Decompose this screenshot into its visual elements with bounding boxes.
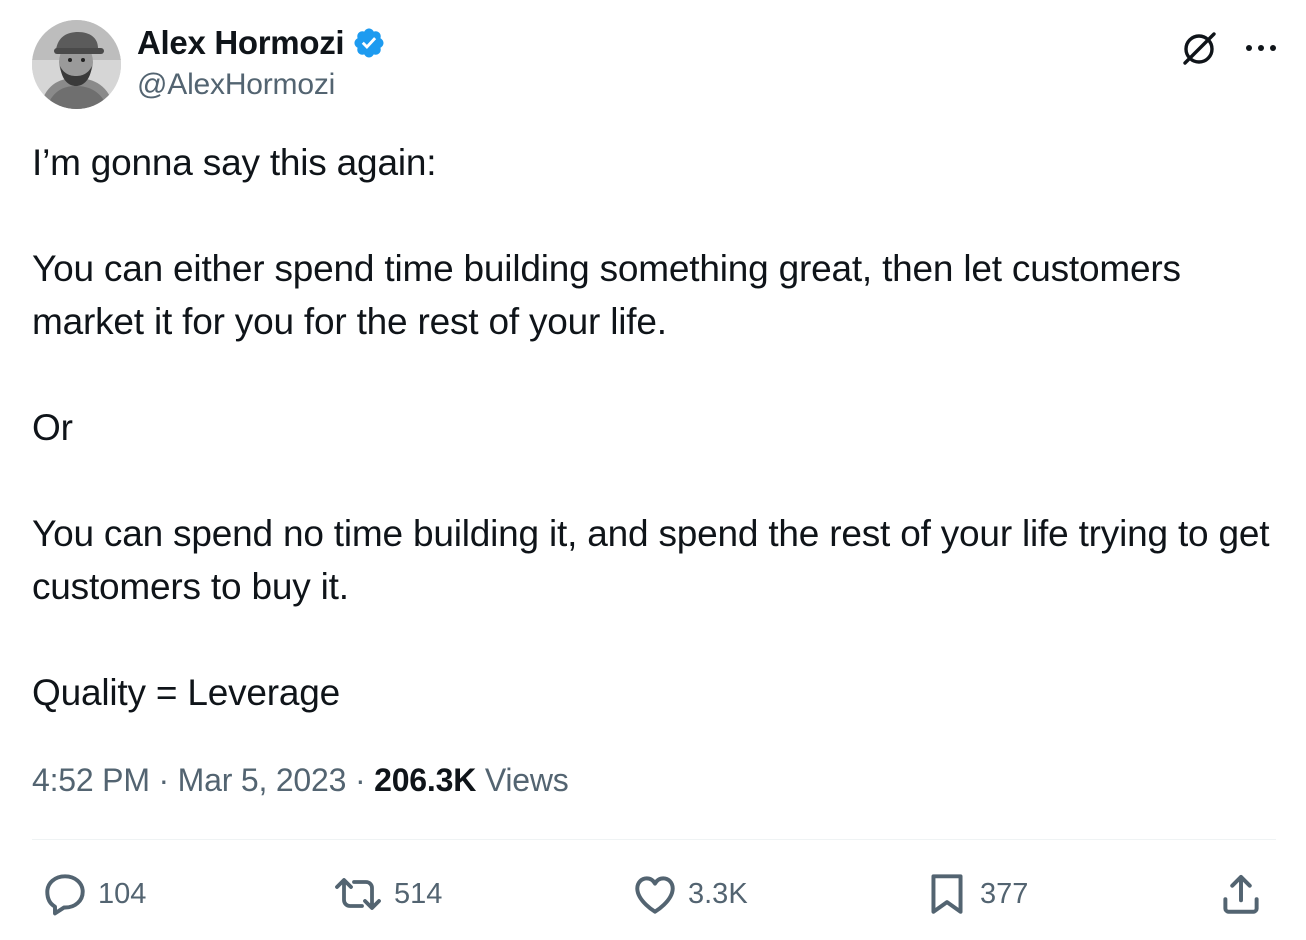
display-name-row: Alex Hormozi — [137, 22, 386, 64]
tweet-paragraph: Quality = Leverage — [32, 672, 341, 713]
tweet-meta: 4:52 PM · Mar 5, 2023 · 206.3K Views — [32, 754, 569, 806]
tweet-text: I’m gonna say this again: You can either… — [32, 136, 1282, 719]
share-button[interactable] — [1216, 862, 1266, 926]
tweet-header: Alex Hormozi @AlexHormozi — [32, 20, 1282, 112]
grok-icon[interactable] — [1177, 26, 1221, 70]
tweet-date[interactable]: Mar 5, 2023 — [178, 762, 347, 798]
views-count[interactable]: 206.3K — [374, 762, 476, 798]
meta-separator: · — [354, 762, 366, 798]
retweet-icon — [330, 869, 386, 919]
tweet-paragraph: I’m gonna say this again: — [32, 142, 437, 183]
display-name[interactable]: Alex Hormozi — [137, 24, 345, 62]
divider — [32, 839, 1276, 840]
tweet-paragraph: You can either spend time building somet… — [32, 248, 1181, 342]
action-bar: 104 514 3.3K 377 — [0, 862, 1306, 926]
retweet-button[interactable]: 514 — [330, 862, 442, 926]
like-button[interactable]: 3.3K — [630, 862, 748, 926]
more-options-icon[interactable] — [1239, 26, 1283, 70]
user-handle[interactable]: @AlexHormozi — [137, 68, 386, 102]
reply-icon — [40, 869, 90, 919]
tweet-paragraph: Or — [32, 407, 73, 448]
verified-badge-icon[interactable] — [352, 26, 386, 60]
meta-separator: · — [158, 762, 169, 798]
retweet-count: 514 — [394, 877, 443, 910]
author-info: Alex Hormozi @AlexHormozi — [137, 22, 386, 102]
avatar[interactable] — [32, 20, 121, 109]
tweet-paragraph: You can spend no time building it, and s… — [32, 513, 1270, 607]
views-label[interactable]: Views — [485, 762, 569, 798]
bookmark-button[interactable]: 377 — [922, 862, 1028, 926]
like-count: 3.3K — [688, 877, 748, 910]
share-icon — [1216, 869, 1266, 919]
like-icon — [630, 869, 680, 919]
bookmark-icon — [922, 869, 972, 919]
bookmark-count: 377 — [980, 877, 1029, 910]
tweet-time[interactable]: 4:52 PM — [32, 762, 150, 798]
reply-count: 104 — [98, 877, 147, 910]
reply-button[interactable]: 104 — [40, 862, 146, 926]
